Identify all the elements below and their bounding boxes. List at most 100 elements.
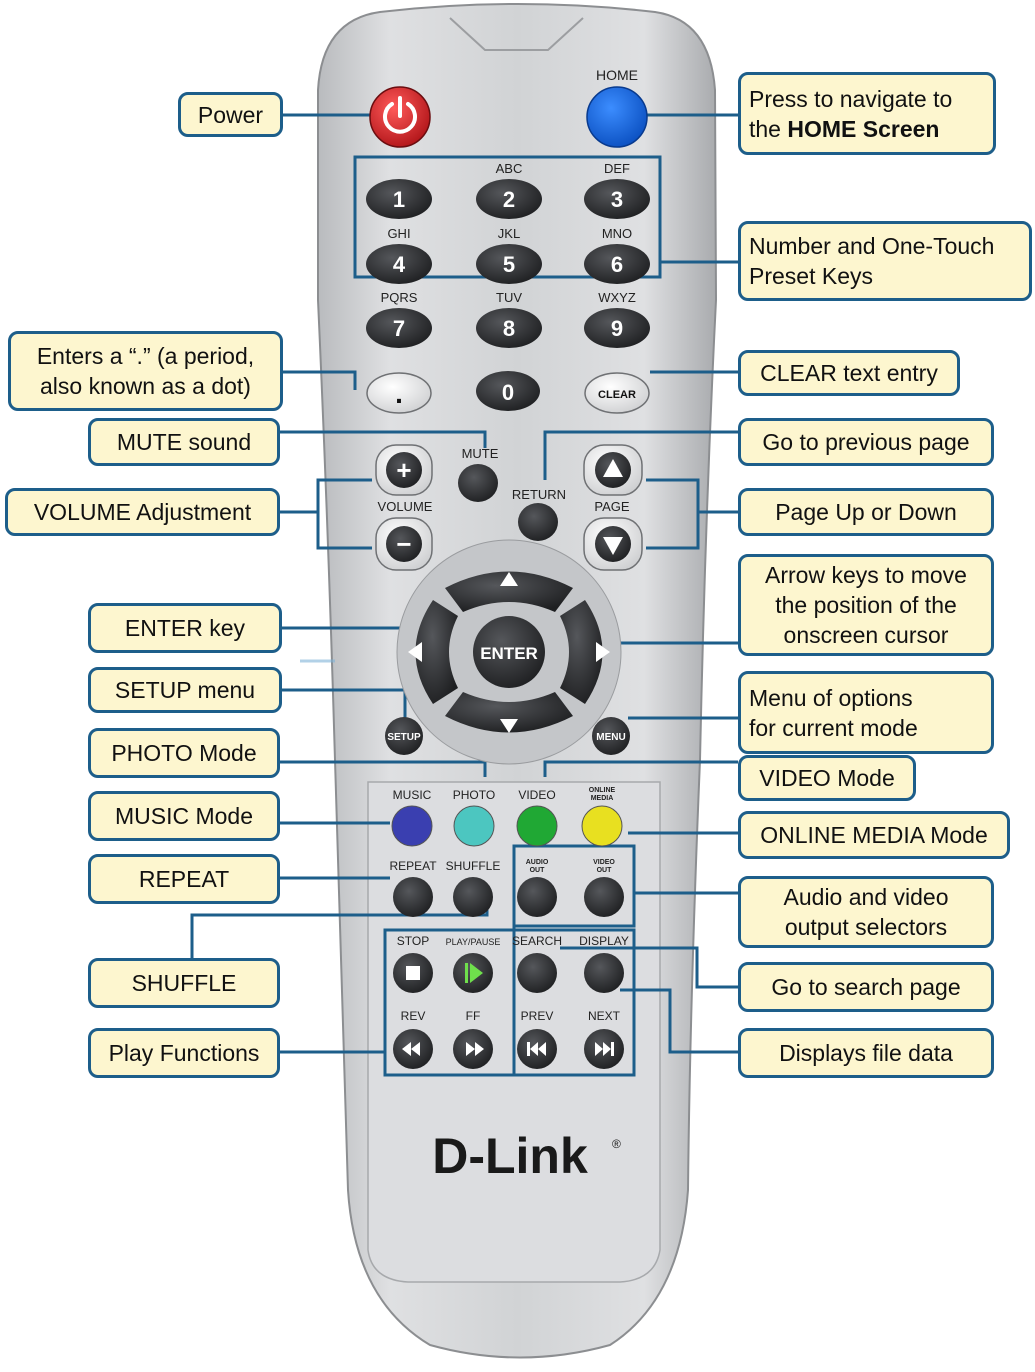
number-key-digit: 6 [611,252,623,277]
number-key-letters: TUV [496,290,522,305]
number-key-digit: 3 [611,187,623,212]
home-button[interactable] [586,86,648,148]
mode-key-photo[interactable] [453,805,495,847]
number-key-letters: JKL [498,226,520,241]
callout-shuffle: SHUFFLE [88,958,280,1008]
volume-down-button[interactable]: − [375,517,433,571]
mode-key-online[interactable] [581,805,623,847]
number-key-6[interactable]: 6 [584,244,650,284]
volume-plus-glyph: + [396,455,411,485]
dpad: ENTER [396,539,622,765]
key-label: PLAY/PAUSE [446,937,501,947]
key-label: SEARCH [512,934,562,948]
number-key-4[interactable]: 4 [366,244,432,284]
number-key-letters: WXYZ [598,290,636,305]
number-keypad: 1 2 ABC 3 DEF 4 GHI 5 JKL 6 MNO 7 PQRS 8 TUV 9 WXYZ [366,161,650,348]
key-label: FF [466,1009,481,1023]
page-down-button[interactable] [583,517,643,571]
mode-key-label: VIDEO [518,788,555,802]
callout-clear: CLEAR text entry [738,350,960,396]
number-key-9[interactable]: 9 [584,308,650,348]
number-key-7[interactable]: 7 [366,308,432,348]
enter-key-label: ENTER [480,644,538,663]
number-key-8[interactable]: 8 [476,308,542,348]
brand-registered-mark: ® [612,1137,621,1151]
number-key-digit: 4 [393,252,406,277]
stop-icon [406,966,420,980]
dot-key-label: . [395,378,403,409]
mode-key-music[interactable] [391,805,433,847]
callout-repeat: REPEAT [88,854,280,904]
zero-key-label: 0 [502,380,514,405]
callout-dot: Enters a “.” (a period, also known as a … [8,331,283,411]
dot-button[interactable]: . [366,372,432,414]
callout-arrow-keys: Arrow keys to move the position of the o… [738,554,994,656]
volume-minus-glyph: − [396,529,411,559]
callout-volume: VOLUME Adjustment [5,488,280,536]
return-button[interactable] [518,503,558,541]
number-key-digit: 8 [503,316,515,341]
number-key-1[interactable]: 1 [366,179,432,219]
setup-key-label: SETUP [387,732,421,743]
home-callout-text: Press to navigate to the HOME Screen [749,85,953,142]
number-key-letters: DEF [604,161,630,176]
number-key-digit: 9 [611,316,623,341]
key-audio-out[interactable] [517,877,557,917]
number-key-letters: ABC [496,161,523,176]
callout-music: MUSIC Mode [88,791,280,841]
callout-setup: SETUP menu [88,667,282,713]
callout-page: Page Up or Down [738,488,994,536]
callout-search: Go to search page [738,962,994,1012]
volume-key-label: VOLUME [378,499,433,514]
number-key-5[interactable]: 5 [476,244,542,284]
callout-previous-page: Go to previous page [738,418,994,466]
key-label: NEXT [588,1009,621,1023]
clear-button[interactable]: CLEAR [584,372,650,414]
callout-menu: Menu of options for current mode [738,671,994,754]
mute-key-label: MUTE [462,446,499,461]
key-label: SHUFFLE [446,859,501,873]
key-label: PREV [521,1009,554,1023]
key-label: DISPLAY [579,934,629,948]
callout-mute: MUTE sound [88,418,280,466]
mute-button[interactable] [458,464,498,502]
volume-up-button[interactable]: + [375,444,433,496]
mode-key-label: ONLINE MEDIA [589,787,616,802]
callout-play: Play Functions [88,1028,280,1078]
key-search[interactable] [517,953,557,993]
number-key-digit: 1 [393,187,405,212]
number-key-digit: 2 [503,187,515,212]
key-shuffle[interactable] [453,877,493,917]
key-label: REPEAT [389,859,437,873]
callout-online-media: ONLINE MEDIA Mode [738,811,1010,859]
page-up-button[interactable] [583,444,643,496]
clear-key-label: CLEAR [598,389,636,401]
number-key-digit: 7 [393,316,405,341]
number-key-letters: PQRS [381,290,418,305]
key-video-out[interactable] [584,877,624,917]
callout-home: Press to navigate to the HOME Screen [738,72,996,155]
number-key-letters: GHI [387,226,410,241]
home-key-label: HOME [596,67,638,83]
callout-av-output: Audio and video output selectors [738,876,994,948]
brand-logo: D-Link [432,1128,588,1184]
key-display[interactable] [584,953,624,993]
number-key-3[interactable]: 3 [584,179,650,219]
key-label: STOP [397,934,429,948]
callout-enter: ENTER key [88,603,282,653]
callout-power: Power [178,92,283,137]
key-label: REV [401,1009,426,1023]
number-key-2[interactable]: 2 [476,179,542,219]
return-key-label: RETURN [512,487,566,502]
zero-button[interactable]: 0 [476,371,540,411]
number-key-digit: 5 [503,252,515,277]
callout-photo: PHOTO Mode [88,728,280,778]
key-repeat[interactable] [393,877,433,917]
callout-video: VIDEO Mode [738,755,916,801]
power-button[interactable] [369,86,431,148]
mode-key-video[interactable] [516,805,558,847]
callout-number-keys: Number and One-Touch Preset Keys [738,221,1032,301]
page-key-label: PAGE [594,499,629,514]
mode-key-label: MUSIC [393,788,432,802]
number-key-letters: MNO [602,226,632,241]
